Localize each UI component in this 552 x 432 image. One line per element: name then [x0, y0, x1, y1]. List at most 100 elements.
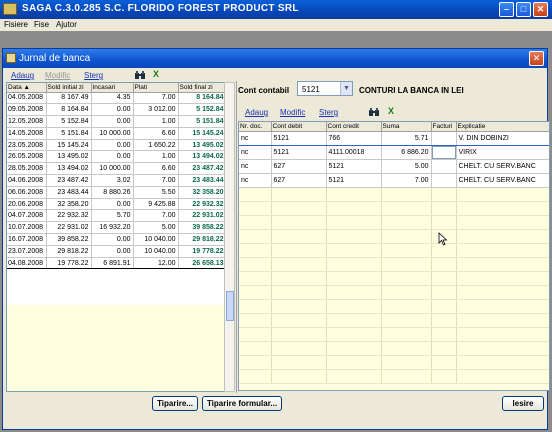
credit-cell[interactable]: 5121: [326, 173, 382, 188]
explanation-cell[interactable]: VIRIX: [456, 145, 549, 160]
closing-cell[interactable]: 22 932.32: [178, 198, 224, 211]
closing-cell[interactable]: 5 151.84: [178, 115, 224, 128]
account-combo[interactable]: 5121 ▼: [297, 81, 353, 96]
table-row[interactable]: 04.06.2008 23 487.42 3.02 7.00 23 483.44: [7, 174, 224, 187]
table-row[interactable]: 04.05.2008 8 167.49 4.35 7.00 8 164.84: [7, 92, 224, 105]
sum-cell[interactable]: 6 886.20: [381, 145, 432, 160]
payments-cell[interactable]: 7.00: [133, 92, 179, 105]
date-cell[interactable]: 06.06.2008: [7, 186, 47, 199]
explanation-cell[interactable]: V. DIN DOBINZI: [456, 130, 549, 146]
opening-cell[interactable]: 13 494.02: [46, 162, 92, 176]
date-cell[interactable]: 20.06.2008: [7, 198, 47, 211]
date-cell[interactable]: 04.07.2008: [7, 209, 47, 223]
receipts-cell[interactable]: 5.70: [91, 209, 134, 223]
closing-cell[interactable]: 13 494.02: [178, 150, 224, 164]
opening-cell[interactable]: 32 358.20: [46, 198, 92, 211]
receipts-cell[interactable]: 0.00: [91, 103, 134, 117]
receipts-cell[interactable]: 0.00: [91, 198, 134, 211]
opening-cell[interactable]: 22 932.32: [46, 209, 92, 223]
debit-cell[interactable]: 627: [271, 159, 327, 174]
excel-icon[interactable]: X: [153, 70, 163, 79]
invoices-cell[interactable]: [431, 159, 457, 174]
credit-cell[interactable]: 5121: [326, 159, 382, 174]
invoices-cell[interactable]: [431, 145, 457, 160]
table-row[interactable]: nc 627 5121 5.00 CHELT. CU SERV.BANC: [239, 159, 549, 174]
payments-cell[interactable]: 3 012.00: [133, 103, 179, 117]
col-header-doc[interactable]: Nr. doc.: [239, 122, 272, 132]
date-cell[interactable]: 14.05.2008: [7, 127, 47, 140]
table-row[interactable]: 14.05.2008 5 151.84 10 000.00 6.60 15 145.24: [7, 127, 224, 140]
col-header-debit[interactable]: Cont debit: [271, 122, 327, 132]
opening-cell[interactable]: 23 483.44: [46, 186, 92, 199]
payments-cell[interactable]: 5.00: [133, 221, 179, 235]
left-modify-link[interactable]: Modific: [45, 71, 70, 80]
sum-cell[interactable]: 7.00: [381, 173, 432, 188]
payments-cell[interactable]: 1 650.22: [133, 139, 179, 152]
operations-table[interactable]: Nr. doc. Cont debit Cont credit Suma Fac…: [238, 121, 550, 391]
title-bar[interactable]: SAGA C.3.0.285 S.C. FLORIDO FOREST PRODU…: [0, 0, 552, 19]
opening-cell[interactable]: 22 931.02: [46, 221, 92, 235]
payments-cell[interactable]: 10 040.00: [133, 233, 179, 246]
opening-cell[interactable]: 13 495.02: [46, 150, 92, 164]
date-cell[interactable]: 04.05.2008: [7, 92, 47, 105]
table-row[interactable]: 12.05.2008 5 152.84 0.00 1.00 5 151.84: [7, 115, 224, 128]
left-add-link[interactable]: Adaug: [11, 71, 34, 80]
table-row[interactable]: 26.05.2008 13 495.02 0.00 1.00 13 494.02: [7, 150, 224, 164]
payments-cell[interactable]: 6.60: [133, 162, 179, 176]
date-cell[interactable]: 23.05.2008: [7, 139, 47, 152]
doc-cell[interactable]: nc: [239, 173, 272, 188]
closing-cell[interactable]: 13 495.02: [178, 139, 224, 152]
date-cell[interactable]: 23.07.2008: [7, 245, 47, 258]
invoices-cell[interactable]: [431, 130, 457, 146]
receipts-cell[interactable]: 10 000.00: [91, 162, 134, 176]
opening-cell[interactable]: 15 145.24: [46, 139, 92, 152]
payments-cell[interactable]: 7.00: [133, 209, 179, 223]
table-row[interactable]: 06.06.2008 23 483.44 8 880.26 5.50 32 358.20: [7, 186, 224, 199]
receipts-cell[interactable]: 0.00: [91, 139, 134, 152]
credit-cell[interactable]: 766: [326, 130, 382, 146]
print-button[interactable]: Tiparire...: [152, 396, 198, 411]
menu-fise[interactable]: Fise: [34, 20, 49, 29]
receipts-cell[interactable]: 0.00: [91, 245, 134, 258]
doc-cell[interactable]: nc: [239, 159, 272, 174]
splitter[interactable]: [236, 81, 237, 393]
date-cell[interactable]: 04.06.2008: [7, 174, 47, 187]
closing-cell[interactable]: 23 483.44: [178, 174, 224, 187]
col-header-date[interactable]: Data ▲: [7, 83, 47, 93]
receipts-cell[interactable]: 10 000.00: [91, 127, 134, 140]
closing-cell[interactable]: 32 358.20: [178, 186, 224, 199]
dialog-close-button[interactable]: ✕: [529, 51, 544, 66]
menu-ajutor[interactable]: Ajutor: [56, 20, 77, 29]
close-button[interactable]: ✕: [533, 2, 548, 17]
payments-cell[interactable]: 10 040.00: [133, 245, 179, 258]
payments-cell[interactable]: 6.60: [133, 127, 179, 140]
table-row[interactable]: nc 5121 4111.00018 6 886.20 VIRIX: [239, 145, 549, 160]
maximize-button[interactable]: □: [516, 2, 531, 17]
receipts-cell[interactable]: 6 891.91: [91, 256, 134, 270]
payments-cell[interactable]: 7.00: [133, 174, 179, 187]
table-row[interactable]: nc 5121 766 5.71 V. DIN DOBINZI: [239, 130, 549, 146]
col-header-closing[interactable]: Sold final zi: [178, 83, 224, 93]
right-add-link[interactable]: Adaug: [245, 108, 268, 117]
receipts-cell[interactable]: 3.02: [91, 174, 134, 187]
closing-cell[interactable]: 39 858.22: [178, 221, 224, 235]
col-header-receipts[interactable]: Incasari: [91, 83, 134, 93]
date-cell[interactable]: 10.07.2008: [7, 221, 47, 235]
payments-cell[interactable]: 12.00: [133, 256, 179, 270]
print-form-button[interactable]: Tiparire formular...: [202, 396, 282, 411]
opening-cell[interactable]: 5 152.84: [46, 115, 92, 128]
minimize-button[interactable]: –: [499, 2, 514, 17]
opening-cell[interactable]: 5 151.84: [46, 127, 92, 140]
table-row[interactable]: 23.05.2008 15 145.24 0.00 1 650.22 13 495.02: [7, 139, 224, 152]
bank-journal-table[interactable]: Data ▲ Sold initial zi Incasari Plati So…: [6, 82, 225, 392]
closing-cell[interactable]: 5 152.84: [178, 103, 224, 117]
left-scrollbar[interactable]: [224, 82, 235, 392]
opening-cell[interactable]: 8 167.49: [46, 92, 92, 105]
date-cell[interactable]: 09.05.2008: [7, 103, 47, 117]
sum-cell[interactable]: 5.00: [381, 159, 432, 174]
doc-cell[interactable]: nc: [239, 130, 272, 146]
payments-cell[interactable]: 9 425.88: [133, 198, 179, 211]
explanation-cell[interactable]: CHELT. CU SERV.BANC: [456, 159, 549, 174]
col-header-credit[interactable]: Cont credit: [326, 122, 382, 132]
opening-cell[interactable]: 23 487.42: [46, 174, 92, 187]
